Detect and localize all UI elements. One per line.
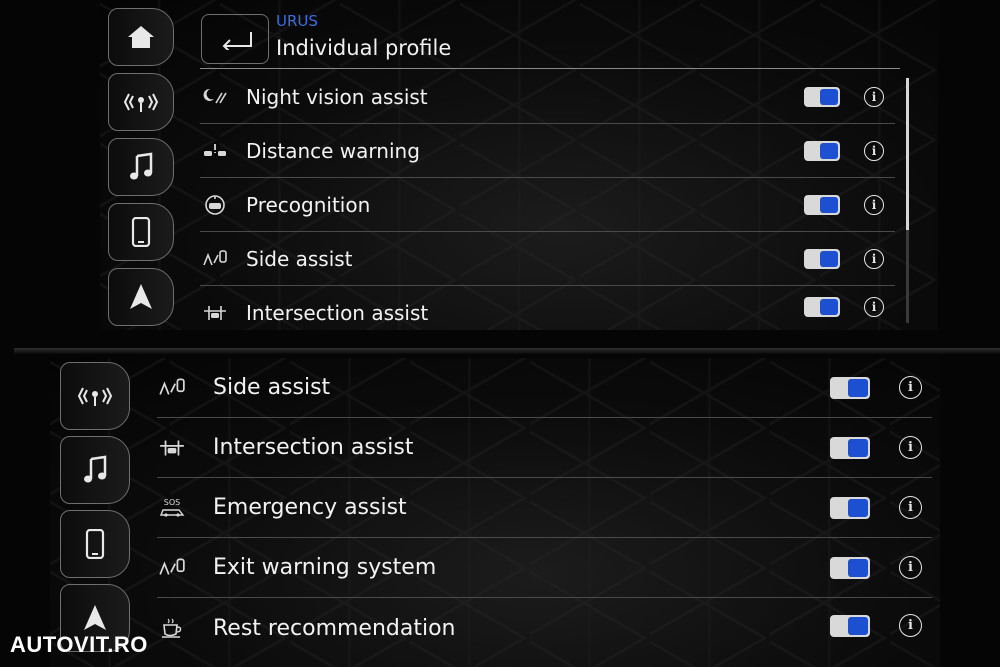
toggle-switch[interactable] [804, 195, 840, 215]
list-item-distance-warning[interactable]: Distance warning i [200, 124, 895, 178]
list-item-intersection-assist[interactable]: Intersection assist i [200, 286, 895, 330]
navigation-arrow-icon [84, 605, 106, 630]
sidebar-tab-navigation[interactable] [108, 268, 174, 326]
back-arrow-icon [222, 32, 252, 50]
list-item-label: Rest recommendation [213, 615, 456, 641]
bottom-screen: Side assist i Intersection assist i SOS … [50, 358, 940, 667]
coffee-cup-icon [157, 617, 187, 639]
list-item-night-vision[interactable]: Night vision assist i [200, 70, 895, 124]
info-icon[interactable]: i [899, 496, 922, 519]
home-icon [128, 26, 154, 48]
info-icon[interactable]: i [864, 249, 884, 269]
toggle-switch[interactable] [804, 249, 840, 269]
list-item-precognition[interactable]: Precognition i [200, 178, 895, 232]
info-icon[interactable]: i [864, 195, 884, 215]
intersection-assist-icon [157, 437, 187, 459]
sos-icon-text: SOS [163, 498, 181, 507]
list-item-label: Precognition [246, 192, 371, 217]
info-icon[interactable]: i [899, 556, 922, 579]
list-item-label: Side assist [246, 246, 353, 271]
sidebar-tab-car-assist[interactable] [108, 73, 174, 131]
toggle-knob [848, 439, 868, 457]
watermark: AUTOVIT.RO [10, 632, 148, 657]
list-item-label: Side assist [213, 375, 331, 400]
list-item-rest-recommendation[interactable]: Rest recommendation i [157, 598, 932, 658]
info-icon[interactable]: i [899, 436, 922, 459]
sidebar-tab-media[interactable] [108, 138, 174, 196]
phone-icon [131, 217, 151, 247]
exit-warning-icon [157, 557, 187, 579]
toggle-knob [820, 299, 838, 315]
side-assist-icon [157, 377, 187, 399]
car-signal-icon [77, 387, 113, 406]
intersection-assist-icon [200, 302, 230, 324]
info-icon[interactable]: i [899, 614, 922, 637]
header-divider [200, 68, 900, 69]
distance-warning-icon [200, 140, 230, 162]
toggle-knob [848, 559, 868, 577]
list-item-side-assist[interactable]: Side assist i [200, 232, 895, 286]
info-icon[interactable]: i [899, 376, 922, 399]
info-icon[interactable]: i [864, 297, 884, 317]
list-item-label: Night vision assist [246, 84, 428, 109]
sidebar-tab-car-assist[interactable] [60, 362, 130, 430]
bezel-divider [14, 348, 1000, 354]
music-note-icon [130, 152, 153, 180]
list-item-label: Emergency assist [213, 495, 407, 520]
side-assist-icon [200, 248, 230, 270]
toggle-switch[interactable] [830, 615, 870, 637]
toggle-switch[interactable] [804, 87, 840, 107]
toggle-switch[interactable] [804, 141, 840, 161]
list-item-label: Intersection assist [213, 435, 414, 460]
sidebar-tab-media[interactable] [60, 436, 130, 504]
music-note-icon [84, 455, 107, 483]
precognition-icon [200, 194, 230, 216]
toggle-knob [820, 197, 838, 213]
toggle-switch[interactable] [830, 437, 870, 459]
sidebar-tab-phone[interactable] [108, 203, 174, 261]
car-signal-icon [123, 93, 159, 112]
phone-icon [85, 529, 105, 559]
list-item-exit-warning[interactable]: Exit warning system i [157, 538, 932, 598]
page-title: Individual profile [276, 36, 452, 60]
list-item-label: Distance warning [246, 138, 420, 163]
toggle-switch[interactable] [830, 497, 870, 519]
list-item-label: Exit warning system [213, 555, 437, 580]
back-button[interactable] [201, 14, 269, 64]
list-item-label: Intersection assist [246, 301, 429, 325]
sidebar-tab-phone[interactable] [60, 510, 130, 578]
header-subtitle: URUS [276, 12, 318, 30]
toggle-knob [820, 143, 838, 159]
info-icon[interactable]: i [864, 87, 884, 107]
toggle-knob [820, 251, 838, 267]
scrollbar-thumb[interactable] [906, 78, 909, 230]
sos-car-icon: SOS [157, 497, 187, 519]
toggle-knob [848, 499, 868, 517]
toggle-knob [848, 617, 868, 635]
night-vision-icon [200, 86, 230, 108]
toggle-knob [820, 89, 838, 105]
toggle-switch[interactable] [830, 377, 870, 399]
toggle-switch[interactable] [804, 297, 840, 317]
list-item-emergency-assist[interactable]: SOS Emergency assist i [157, 478, 932, 538]
info-icon[interactable]: i [864, 141, 884, 161]
list-item-intersection-assist[interactable]: Intersection assist i [157, 418, 932, 478]
top-screen: URUS Individual profile Night vision ass… [100, 0, 938, 330]
list-item-side-assist[interactable]: Side assist i [157, 358, 932, 418]
sidebar-tab-home[interactable] [108, 8, 174, 66]
toggle-knob [848, 379, 868, 397]
navigation-arrow-icon [130, 284, 152, 309]
toggle-switch[interactable] [830, 557, 870, 579]
